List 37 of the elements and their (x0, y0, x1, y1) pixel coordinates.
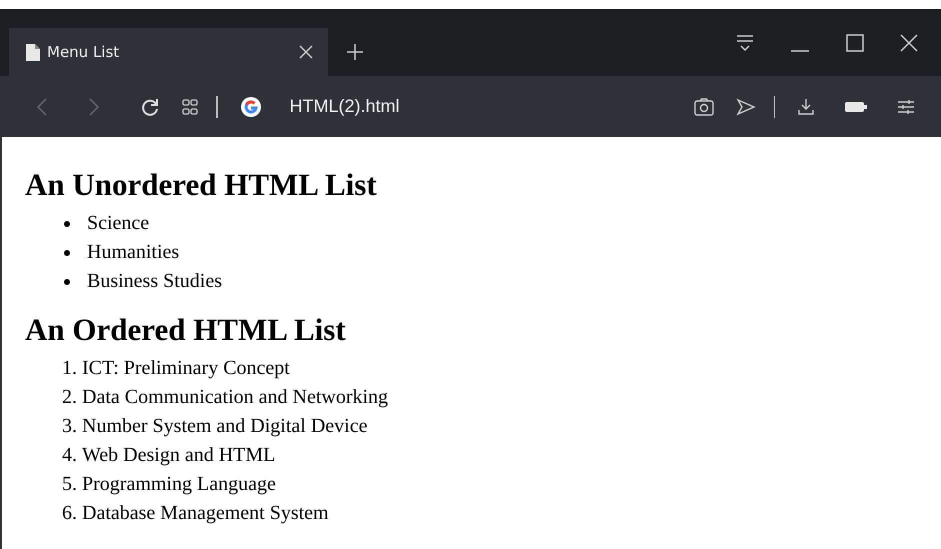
item-number: 3. (62, 414, 77, 439)
browser-tab[interactable]: Menu List (9, 28, 328, 76)
list-item: Business Studies (87, 269, 222, 294)
item-number: 5. (62, 472, 77, 497)
item-number: 6. (62, 501, 77, 526)
item-number: 2. (62, 385, 77, 410)
heading: An Unordered HTML List (25, 167, 378, 203)
battery-icon[interactable] (845, 100, 867, 112)
grid-icon[interactable] (182, 98, 198, 114)
item-number: 4. (62, 443, 77, 468)
list-item: Database Management System (82, 501, 329, 526)
tab-title: Menu List (47, 43, 120, 61)
close-tab-icon[interactable] (298, 44, 314, 60)
google-icon (240, 96, 262, 118)
camera-icon[interactable] (694, 98, 714, 116)
list-item: Programming Language (82, 472, 276, 497)
tab-list-icon[interactable] (735, 32, 755, 52)
list-item: Humanities (87, 240, 180, 265)
maximize-icon[interactable] (845, 32, 865, 52)
list-item: Science (87, 211, 150, 236)
bullet-icon (64, 250, 70, 256)
list-item: ICT: Preliminary Concept (82, 356, 290, 381)
item-number: 1. (62, 356, 77, 381)
send-icon[interactable] (736, 98, 756, 116)
bullet-icon (64, 220, 70, 226)
close-icon[interactable] (899, 32, 919, 52)
list-item: Data Communication and Networking (82, 385, 388, 410)
document-icon (26, 44, 40, 60)
settings-icon[interactable] (897, 98, 915, 116)
reload-icon[interactable] (140, 96, 160, 116)
download-icon[interactable] (797, 98, 815, 116)
bullet-icon (64, 278, 70, 284)
new-tab-icon[interactable] (346, 42, 364, 60)
heading: An Ordered HTML List (25, 312, 347, 348)
list-item: Web Design and HTML (82, 443, 276, 468)
list-item: Number System and Digital Device (82, 414, 368, 439)
address-field[interactable]: HTML(2).html (290, 96, 400, 117)
